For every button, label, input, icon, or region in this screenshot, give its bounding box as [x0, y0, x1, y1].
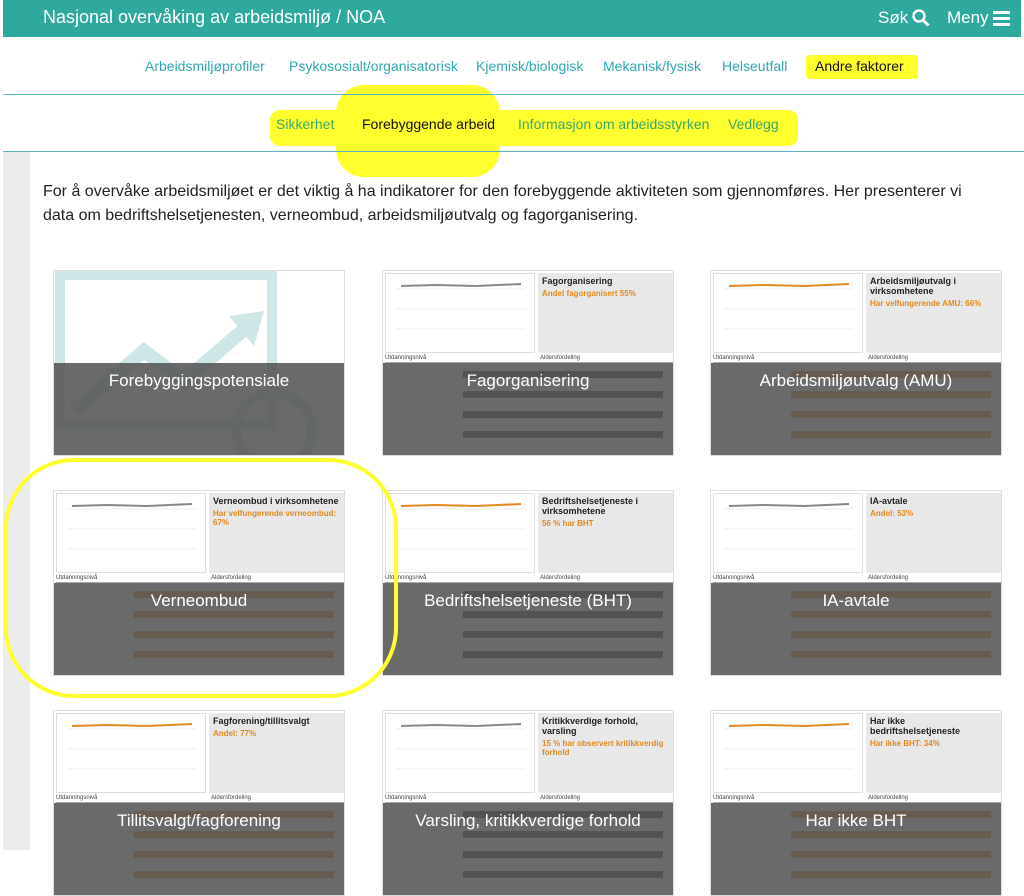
mini-chart	[713, 493, 863, 573]
mini-value: Andel: 53%	[870, 509, 914, 518]
subnav-forebyggende-arbeid[interactable]: Forebyggende arbeid	[362, 116, 495, 132]
nav-helseutfall[interactable]: Helseutfall	[722, 58, 787, 74]
mini-strip: Utdanningsnivå Aldersfordeling	[385, 795, 673, 803]
strip-left: Utdanningsnivå	[385, 355, 427, 361]
mini-strip: Utdanningsnivå Aldersfordeling	[56, 795, 344, 803]
subnav-sikkerhet[interactable]: Sikkerhet	[276, 116, 334, 132]
search-button[interactable]: Søk	[878, 8, 930, 28]
strip-right: Aldersfordeling	[868, 795, 909, 801]
search-icon	[912, 9, 930, 27]
card-5[interactable]: IA-avtale Andel: 53% Utdanningsnivå Aldersf…	[710, 490, 1002, 676]
mini-strip: Utdanningsnivå Aldersfordeling	[385, 355, 673, 363]
mini-value: Har ikke BHT: 34%	[870, 739, 940, 748]
mini-title: Bedriftshelsetjeneste i virksomhetene	[542, 496, 639, 516]
mini-value: 15 % har observert kritikkverdig forhold	[542, 739, 664, 757]
strip-right: Aldersfordeling	[540, 355, 581, 361]
card-label[interactable]: Varsling, kritikkverdige forhold	[383, 811, 673, 831]
divider	[3, 94, 1024, 95]
search-label: Søk	[878, 8, 909, 27]
menu-button[interactable]: Meny	[947, 8, 1010, 28]
mini-chart	[56, 713, 206, 793]
mini-summary: Bedriftshelsetjeneste i virksomhetene 56 …	[538, 493, 673, 573]
strip-right: Aldersfordeling	[211, 795, 252, 801]
mini-value: Har velfungerende AMU: 66%	[870, 299, 982, 308]
strip-right: Aldersfordeling	[868, 355, 909, 361]
mini-strip: Utdanningsnivå Aldersfordeling	[713, 795, 1001, 803]
card-label[interactable]: Tillitsvalgt/fagforening	[54, 811, 344, 831]
mini-strip: Utdanningsnivå Aldersfordeling	[713, 355, 1001, 363]
strip-left: Utdanningsnivå	[713, 355, 755, 361]
card-4[interactable]: Bedriftshelsetjeneste i virksomhetene 56 …	[382, 490, 674, 676]
nav-andre-faktorer[interactable]: Andre faktorer	[815, 58, 904, 74]
mini-summary: IA-avtale Andel: 53%	[866, 493, 1001, 573]
mini-summary: Har ikke bedriftshelsetjeneste Har ikke B…	[866, 713, 1001, 793]
nav-kjemisk[interactable]: Kjemisk/biologisk	[476, 58, 583, 74]
highlight-ring-verneombud	[4, 458, 398, 698]
card-label[interactable]: Fagorganisering	[383, 371, 673, 391]
strip-left: Utdanningsnivå	[385, 795, 427, 801]
card-8[interactable]: Har ikke bedriftshelsetjeneste Har ikke B…	[710, 710, 1002, 896]
secondary-nav: Sikkerhet Forebyggende arbeid Informasjo…	[0, 114, 1024, 138]
mini-summary: Kritikkverdige forhold, varsling 15 % har…	[538, 713, 673, 793]
card-6[interactable]: Fagforening/tillitsvalgt Andel: 77% Utdann…	[53, 710, 345, 896]
card-2[interactable]: Arbeidsmiljøutvalg i virksomhetene Har ve…	[710, 270, 1002, 456]
nav-arbeidsmiljoprofiler[interactable]: Arbeidsmiljøprofiler	[145, 58, 265, 74]
mini-chart	[713, 273, 863, 353]
mini-chart	[385, 493, 535, 573]
mini-title: Kritikkverdige forhold, varsling	[542, 716, 639, 736]
mini-summary: Arbeidsmiljøutvalg i virksomhetene Har ve…	[866, 273, 1001, 353]
card-label[interactable]: Arbeidsmiljøutvalg (AMU)	[711, 371, 1001, 391]
card-1[interactable]: Fagorganisering Andel fagorganisert 55% Ut…	[382, 270, 674, 456]
strip-right: Aldersfordeling	[868, 575, 909, 581]
nav-psykososialt[interactable]: Psykososialt/organisatorisk	[289, 58, 458, 74]
mini-strip: Utdanningsnivå Aldersfordeling	[385, 575, 673, 583]
strip-right: Aldersfordeling	[540, 795, 581, 801]
mini-value: Andel: 77%	[213, 729, 257, 738]
mini-chart	[385, 273, 535, 353]
mini-title: Arbeidsmiljøutvalg i virksomhetene	[870, 276, 957, 296]
strip-left: Utdanningsnivå	[713, 575, 755, 581]
subnav-vedlegg[interactable]: Vedlegg	[728, 116, 779, 132]
divider	[3, 151, 1024, 152]
mini-title: IA-avtale	[870, 496, 908, 506]
top-bar: Nasjonal overvåking av arbeidsmiljø / NO…	[3, 0, 1021, 37]
strip-right: Aldersfordeling	[540, 575, 581, 581]
strip-left: Utdanningsnivå	[56, 795, 98, 801]
primary-nav: Arbeidsmiljøprofiler Psykososialt/organi…	[0, 52, 1024, 80]
intro-text: For å overvåke arbeidsmiljøet er det vik…	[43, 183, 962, 224]
card-0[interactable]: Forebyggingspotensiale	[53, 270, 345, 456]
mini-summary: Fagorganisering Andel fagorganisert 55%	[538, 273, 673, 353]
mini-strip: Utdanningsnivå Aldersfordeling	[713, 575, 1001, 583]
strip-left: Utdanningsnivå	[713, 795, 755, 801]
site-title[interactable]: Nasjonal overvåking av arbeidsmiljø / NO…	[43, 7, 385, 28]
mini-title: Har ikke bedriftshelsetjeneste	[870, 716, 961, 736]
mini-chart	[713, 713, 863, 793]
nav-mekanisk[interactable]: Mekanisk/fysisk	[603, 58, 701, 74]
card-label[interactable]: Har ikke BHT	[711, 811, 1001, 831]
card-label[interactable]: IA-avtale	[711, 591, 1001, 611]
mini-chart	[385, 713, 535, 793]
menu-label: Meny	[947, 8, 989, 27]
hamburger-icon	[992, 10, 1010, 26]
mini-summary: Fagforening/tillitsvalgt Andel: 77%	[209, 713, 344, 793]
card-label[interactable]: Bedriftshelsetjeneste (BHT)	[383, 591, 673, 611]
mini-value: Andel fagorganisert 55%	[542, 289, 636, 298]
mini-title: Fagforening/tillitsvalgt	[213, 716, 310, 726]
mini-value: 56 % har BHT	[542, 519, 594, 528]
mini-title: Fagorganisering	[542, 276, 613, 286]
card-7[interactable]: Kritikkverdige forhold, varsling 15 % har…	[382, 710, 674, 896]
card-label[interactable]: Forebyggingspotensiale	[54, 371, 344, 391]
subnav-informasjon[interactable]: Informasjon om arbeidsstyrken	[518, 116, 709, 132]
